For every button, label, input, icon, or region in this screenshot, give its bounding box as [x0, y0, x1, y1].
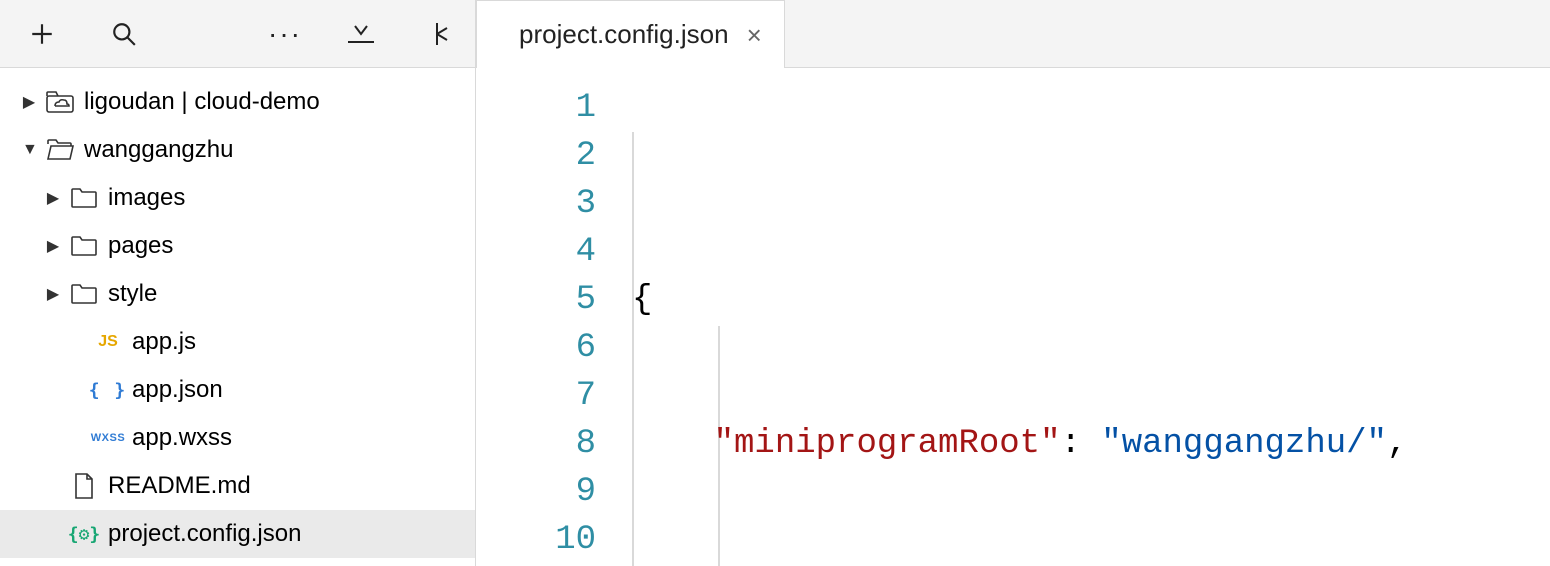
app-root: ··· ▶ ligoudan | cloud-demo ▼ — [0, 0, 1550, 566]
tree-item-label: app.js — [132, 328, 196, 356]
tree-item-label: ligoudan | cloud-demo — [84, 88, 320, 116]
sidebar-toolbar: ··· — [0, 0, 475, 68]
sidebar: ··· ▶ ligoudan | cloud-demo ▼ — [0, 0, 476, 566]
tab-title: project.config.json — [519, 19, 729, 50]
js-file-icon: JS — [94, 330, 122, 354]
wxss-file-icon: WXSS — [94, 426, 122, 450]
code-token: : — [1060, 425, 1080, 463]
tree-item-file[interactable]: ▶ WXSS app.wxss — [0, 414, 475, 462]
tree-item-folder[interactable]: ▶ style — [0, 270, 475, 318]
line-number-gutter: 1 2 3 4 5 6 7 8 9 10 11 — [476, 68, 614, 566]
tree-item-label: project.config.json — [108, 520, 301, 548]
tree-item-cloud-root[interactable]: ▶ ligoudan | cloud-demo — [0, 78, 475, 126]
line-number: 7 — [476, 372, 596, 420]
tree-item-folder[interactable]: ▶ pages — [0, 222, 475, 270]
code-editor[interactable]: 1 2 3 4 5 6 7 8 9 10 11 { "miniprogramRo… — [476, 68, 1550, 566]
indent-guide — [632, 132, 634, 566]
tree-item-label: app.wxss — [132, 424, 232, 452]
tree-item-file-selected[interactable]: ▶ {⚙} project.config.json — [0, 510, 475, 558]
folder-open-icon — [46, 138, 74, 162]
config-file-icon: {⚙} — [70, 522, 98, 546]
code-token: "wanggangzhu/" — [1101, 425, 1387, 463]
line-number: 9 — [476, 468, 596, 516]
editor-tabbar: project.config.json × — [476, 0, 1550, 68]
line-number: 2 — [476, 132, 596, 180]
line-number: 1 — [476, 84, 596, 132]
more-icon[interactable]: ··· — [267, 16, 303, 52]
chevron-right-icon: ▶ — [46, 188, 60, 208]
chevron-right-icon: ▶ — [46, 284, 60, 304]
tree-item-file[interactable]: ▶ { } app.json — [0, 366, 475, 414]
cloud-folder-icon — [46, 90, 74, 114]
tree-item-label: images — [108, 184, 185, 212]
line-number: 3 — [476, 180, 596, 228]
editor-pane: project.config.json × 1 2 3 4 5 6 7 8 9 … — [476, 0, 1550, 566]
file-icon — [70, 474, 98, 498]
code-token: "miniprogramRoot" — [714, 425, 1061, 463]
tree-item-file[interactable]: ▶ README.md — [0, 462, 475, 510]
close-icon[interactable]: × — [747, 22, 762, 48]
search-icon[interactable] — [106, 16, 142, 52]
line-number: 6 — [476, 324, 596, 372]
code-token: { — [632, 281, 652, 319]
json-file-icon: { } — [94, 378, 122, 402]
line-number: 5 — [476, 276, 596, 324]
tree-item-label: README.md — [108, 472, 251, 500]
chevron-down-icon: ▼ — [22, 141, 36, 159]
add-icon[interactable] — [24, 16, 60, 52]
line-number: 10 — [476, 516, 596, 564]
tree-item-label: wanggangzhu — [84, 136, 233, 164]
line-number: 8 — [476, 420, 596, 468]
tree-item-label: pages — [108, 232, 173, 260]
chevron-right-icon: ▶ — [22, 92, 36, 112]
line-number: 4 — [476, 228, 596, 276]
folder-icon — [70, 282, 98, 306]
code-content[interactable]: { "miniprogramRoot": "wanggangzhu/", "cl… — [614, 68, 1407, 566]
chevron-right-icon: ▶ — [46, 236, 60, 256]
file-tree: ▶ ligoudan | cloud-demo ▼ wanggangzhu ▶ … — [0, 68, 475, 558]
folder-icon — [70, 186, 98, 210]
code-token: , — [1387, 425, 1407, 463]
tree-item-file[interactable]: ▶ JS app.js — [0, 318, 475, 366]
tree-item-label: style — [108, 280, 157, 308]
tree-item-folder[interactable]: ▶ images — [0, 174, 475, 222]
tree-item-project-root[interactable]: ▼ wanggangzhu — [0, 126, 475, 174]
folder-icon — [70, 234, 98, 258]
editor-tab-active[interactable]: project.config.json × — [476, 0, 785, 68]
collapse-sidebar-icon[interactable] — [419, 16, 455, 52]
toggle-panel-icon[interactable] — [343, 16, 379, 52]
tree-item-label: app.json — [132, 376, 223, 404]
